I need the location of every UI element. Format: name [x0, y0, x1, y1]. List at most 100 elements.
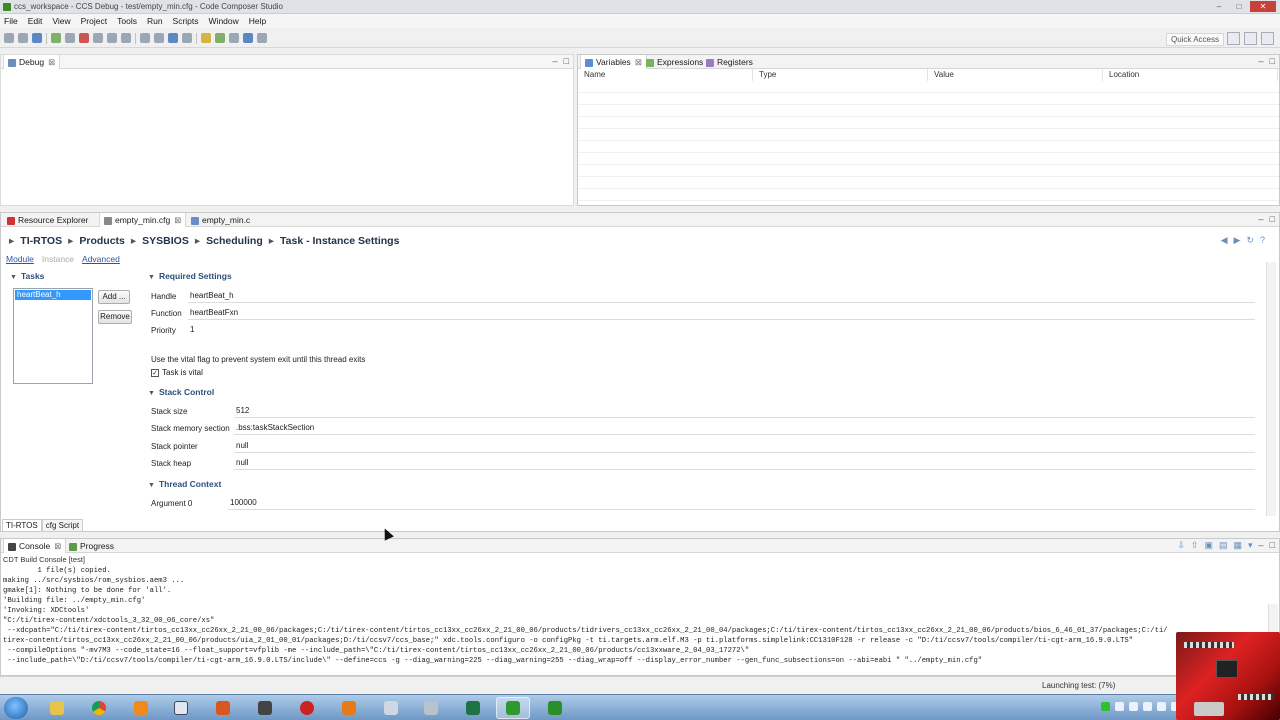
column-header-value[interactable]: Value [928, 69, 1103, 81]
tasks-section-header[interactable]: ▼ Tasks [10, 271, 44, 281]
taskbar-chrome-icon[interactable] [82, 697, 116, 719]
minimize-view-icon[interactable]: – [1259, 56, 1264, 66]
tray-icon[interactable] [1157, 702, 1166, 711]
tab-progress[interactable]: Progress [65, 539, 118, 553]
task-is-vital-checkbox[interactable]: ✓ Task is vital [151, 368, 203, 377]
tab-console[interactable]: Console ⊠ [3, 539, 67, 553]
menu-scripts[interactable]: Scripts [173, 14, 199, 28]
breadcrumb-ti-rtos[interactable]: TI-RTOS [20, 235, 62, 247]
tab-ti-rtos[interactable]: TI-RTOS [2, 519, 42, 532]
subtab-advanced[interactable]: Advanced [82, 254, 120, 264]
taskbar-calculator-icon[interactable] [248, 697, 282, 719]
stack-size-field[interactable]: 512 [234, 404, 1255, 418]
tab-cfg-script[interactable]: cfg Script [41, 519, 84, 532]
stack-memory-section-field[interactable]: .bss:taskStackSection [234, 421, 1255, 435]
show-console-icon[interactable]: ⇧ [1191, 540, 1199, 551]
stack-heap-field[interactable]: null [234, 456, 1255, 470]
column-header-name[interactable]: Name [578, 69, 753, 81]
maximize-view-icon[interactable]: □ [1270, 56, 1275, 66]
tray-green-icon[interactable] [1101, 702, 1110, 711]
tab-debug[interactable]: Debug ⊠ [3, 55, 61, 69]
menu-tools[interactable]: Tools [117, 14, 137, 28]
ccs-edit-perspective-icon[interactable] [1244, 32, 1257, 45]
terminate-icon[interactable] [79, 33, 89, 43]
taskbar-app-red-icon[interactable] [290, 697, 324, 719]
search-icon[interactable] [229, 33, 239, 43]
taskbar-excel-icon[interactable] [456, 697, 490, 719]
resume-icon[interactable] [51, 33, 61, 43]
minimize-button[interactable]: – [1210, 1, 1228, 12]
clear-console-icon[interactable]: ▣ [1204, 540, 1213, 551]
refresh-icon[interactable]: ↻ [1246, 235, 1254, 246]
taskbar-cube2-icon[interactable] [414, 697, 448, 719]
tab-registers[interactable]: Registers [702, 55, 757, 69]
tab-variables[interactable]: Variables ⊠ [580, 55, 647, 69]
maximize-button[interactable]: □ [1230, 1, 1248, 12]
add-task-button[interactable]: Add ... [98, 290, 130, 304]
task-list[interactable]: heartBeat_h [13, 288, 93, 384]
stack-pointer-field[interactable]: null [234, 439, 1255, 453]
close-button[interactable]: ✕ [1250, 1, 1276, 12]
load-program-icon[interactable] [168, 33, 178, 43]
display-console-icon[interactable]: ▦ [1234, 540, 1243, 551]
open-perspective-icon[interactable] [1227, 32, 1240, 45]
restart-icon[interactable] [140, 33, 150, 43]
forward-icon[interactable]: ▶ [1234, 235, 1241, 246]
column-header-location[interactable]: Location [1103, 69, 1278, 81]
close-tab-icon[interactable]: ⊠ [48, 57, 55, 67]
quick-access-field[interactable]: Quick Access [1165, 33, 1224, 46]
taskbar-explorer-icon[interactable] [40, 697, 74, 719]
maximize-view-icon[interactable]: □ [1270, 540, 1275, 551]
editor-scrollbar[interactable] [1266, 262, 1276, 516]
breadcrumb-products[interactable]: Products [79, 235, 125, 247]
minimize-view-icon[interactable]: – [553, 56, 558, 66]
subtab-module[interactable]: Module [6, 254, 34, 264]
connect-icon[interactable] [182, 33, 192, 43]
save-icon[interactable] [32, 33, 42, 43]
tab-resource-explorer[interactable]: Resource Explorer [3, 213, 92, 227]
suspend-icon[interactable] [65, 33, 75, 43]
required-settings-header[interactable]: ▼ Required Settings [148, 271, 232, 281]
scroll-lock-icon[interactable]: ⇩ [1177, 540, 1185, 551]
minimize-view-icon[interactable]: – [1259, 540, 1264, 551]
maximize-view-icon[interactable]: □ [1270, 214, 1275, 224]
close-tab-icon[interactable]: ⊠ [174, 215, 181, 225]
column-header-type[interactable]: Type [753, 69, 928, 81]
priority-field[interactable]: 1 [188, 323, 208, 337]
taskbar-foxit-icon[interactable] [332, 697, 366, 719]
menu-view[interactable]: View [52, 14, 70, 28]
step-return-icon[interactable] [121, 33, 131, 43]
menu-file[interactable]: File [4, 14, 18, 28]
help-icon[interactable]: ? [1260, 235, 1265, 246]
tray-icon[interactable] [1129, 702, 1138, 711]
list-item[interactable]: heartBeat_h [15, 290, 91, 300]
tray-icon[interactable] [1143, 702, 1152, 711]
menu-run[interactable]: Run [147, 14, 163, 28]
taskbar-ccs2-icon[interactable] [538, 697, 572, 719]
stack-control-header[interactable]: ▼ Stack Control [148, 387, 214, 397]
menu-window[interactable]: Window [209, 14, 239, 28]
ccs-debug-perspective-icon[interactable] [1261, 32, 1274, 45]
taskbar-ccs-icon[interactable] [496, 697, 530, 719]
taskbar-app-icon[interactable] [164, 697, 198, 719]
menu-edit[interactable]: Edit [28, 14, 43, 28]
open-console-icon[interactable]: ▾ [1248, 540, 1253, 551]
breadcrumb-sysbios[interactable]: SYSBIOS [142, 235, 189, 247]
taskbar-vlc-icon[interactable] [124, 697, 158, 719]
thread-context-header[interactable]: ▼ Thread Context [148, 479, 221, 489]
menu-project[interactable]: Project [81, 14, 107, 28]
argument0-field[interactable]: 100000 [228, 496, 1255, 510]
step-into-icon[interactable] [93, 33, 103, 43]
debug-icon[interactable] [215, 33, 225, 43]
tab-empty-min-c[interactable]: empty_min.c [187, 213, 254, 227]
tray-icon[interactable] [1115, 702, 1124, 711]
tab-expressions[interactable]: Expressions [642, 55, 707, 69]
taskbar-cube-icon[interactable] [374, 697, 408, 719]
breadcrumb-scheduling[interactable]: Scheduling [206, 235, 263, 247]
build-icon[interactable] [201, 33, 211, 43]
function-field[interactable]: heartBeatFxn [188, 306, 1255, 320]
open-icon[interactable] [18, 33, 28, 43]
remove-task-button[interactable]: Remove [98, 310, 132, 324]
step-over-icon[interactable] [107, 33, 117, 43]
back-icon[interactable]: ◀ [1221, 235, 1228, 246]
